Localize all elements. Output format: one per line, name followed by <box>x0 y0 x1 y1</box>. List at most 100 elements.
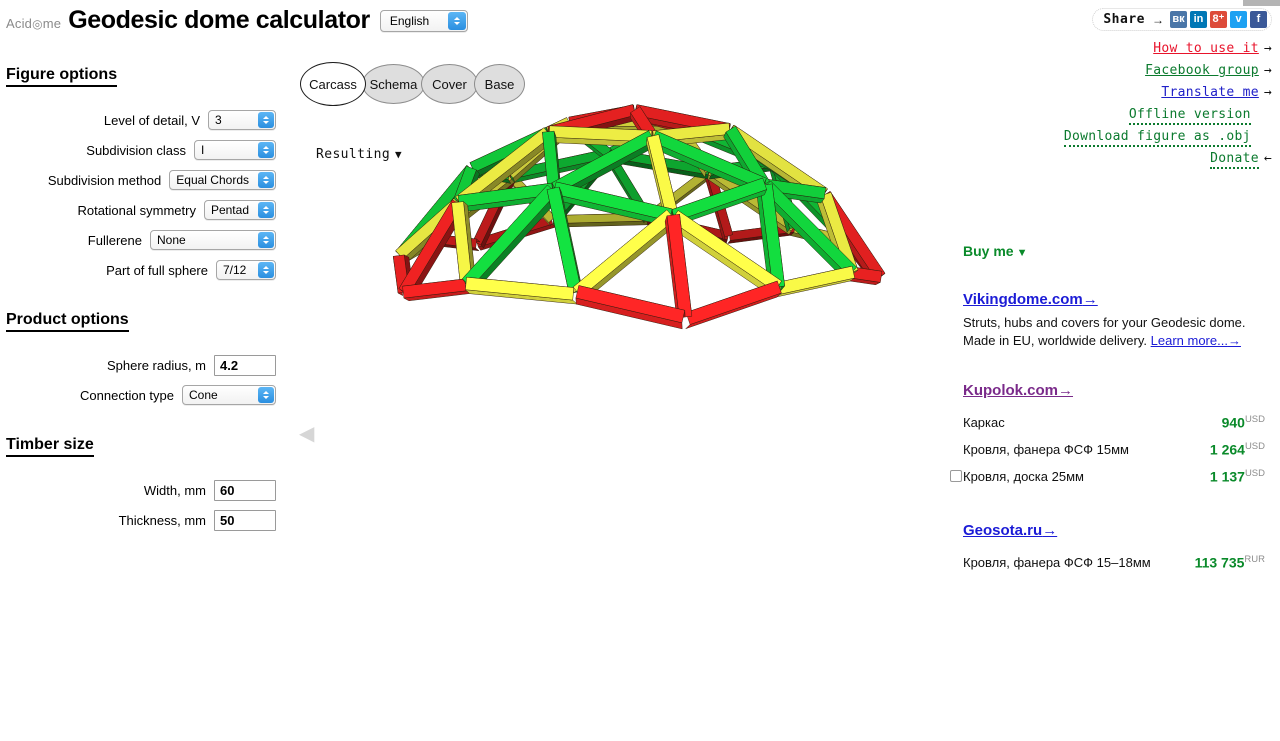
select-connection-type[interactable]: Cone <box>182 385 276 405</box>
options-panel: Figure options Level of detail, V 3 Subdiv… <box>0 66 292 535</box>
tab-label: Carcass <box>309 76 357 92</box>
option-label-part-of-full-sphere: Part of full sphere <box>106 262 208 278</box>
buy-me-label: Buy me <box>963 243 1014 259</box>
option-label-thickness-mm: Thickness, mm <box>118 512 206 528</box>
buy-column: Buy me ▼ Vikingdome.com→ Struts, hubs and … <box>950 243 1273 576</box>
linkedin-icon[interactable]: in <box>1190 11 1207 28</box>
learn-more-link[interactable]: Learn more...→ <box>1151 333 1241 348</box>
figure-options-title: Figure options <box>6 66 118 87</box>
nav-link-how-to-use-it[interactable]: How to use it <box>1153 41 1259 56</box>
price-label: Каркас <box>963 415 1005 430</box>
price-label: Кровля, фанера ФСФ 15–18мм <box>963 555 1151 570</box>
select-fullerene[interactable]: None <box>150 230 276 250</box>
language-select-value: English <box>389 14 430 28</box>
select-value-fullerene: None <box>157 233 186 247</box>
tab-carcass[interactable]: Carcass <box>300 62 366 106</box>
twitter-icon[interactable]: ᴠ <box>1230 11 1247 28</box>
option-label-width-mm: Width, mm <box>143 482 206 498</box>
dome-figure[interactable] <box>290 96 970 696</box>
nav-links: How to use it → Facebook group → Translate m… <box>1063 38 1272 170</box>
learn-more-label: Learn more... <box>1150 333 1228 348</box>
nav-link-row: Donate ← <box>1064 148 1272 170</box>
price-row: Каркас 940USD <box>963 409 1265 436</box>
price-value: 940USD <box>1222 414 1265 431</box>
input-width-mm[interactable]: 60 <box>214 479 276 501</box>
input-sphere-radius-m[interactable]: 4.2 <box>214 354 276 376</box>
share-bar: Share → вк in 8⁺ ᴠ f <box>1092 8 1272 31</box>
input-thickness-mm[interactable]: 50 <box>214 509 276 531</box>
app-root: Acid◎me Geodesic dome calculator English… <box>0 0 1280 741</box>
nav-link-spacer <box>1251 107 1272 122</box>
option-row-level-of-detail-v: Level of detail, V 3 <box>0 105 292 135</box>
nav-link-facebook-group[interactable]: Facebook group <box>1145 63 1259 78</box>
nav-link-row: Translate me → <box>1064 82 1272 104</box>
select-value-level-of-detail-v: 3 <box>215 113 222 127</box>
share-arrow-icon: → <box>1152 12 1164 27</box>
chevron-updown-icon <box>258 202 274 218</box>
select-level-of-detail-v[interactable]: 3 <box>208 110 276 130</box>
select-subdivision-class[interactable]: I <box>194 140 276 160</box>
sponsor-desc-line-2: Made in EU, worldwide delivery. Learn mo… <box>963 332 1273 350</box>
price-currency: USD <box>1244 468 1265 480</box>
share-label: Share <box>1103 12 1145 27</box>
language-select[interactable]: English <box>379 10 468 32</box>
nav-link-row: Facebook group → <box>1064 60 1272 82</box>
page-title: Geodesic dome calculator <box>68 6 370 34</box>
share-icon-list: вк in 8⁺ ᴠ f <box>1170 11 1267 28</box>
nav-link-row: How to use it → <box>1064 38 1272 60</box>
select-rotational-symmetry[interactable]: Pentad <box>203 200 276 220</box>
facebook-icon[interactable]: f <box>1250 11 1267 28</box>
sponsor-link-geosota-ru[interactable]: Geosota.ru→ <box>963 522 1057 539</box>
timber-size-title: Timber size <box>6 436 94 457</box>
tab-label: Cover <box>432 76 467 92</box>
buy-me-heading[interactable]: Buy me ▼ <box>963 243 1273 259</box>
sponsor-link-vikingdome-com[interactable]: Vikingdome.com→ <box>963 291 1098 308</box>
sponsor-list: Vikingdome.com→ Struts, hubs and covers f… <box>950 291 1273 576</box>
price-amount: 940 <box>1221 414 1245 431</box>
chevron-updown-icon <box>258 142 274 158</box>
sponsor-desc-line-1: Struts, hubs and covers for your Geodesi… <box>963 315 1246 330</box>
acidome-logo[interactable]: Acid◎me <box>6 16 61 31</box>
price-row: Кровля, фанера ФСФ 15мм 1 264USD <box>963 436 1265 463</box>
chevron-updown-icon <box>447 12 466 30</box>
price-checkbox[interactable] <box>950 470 962 482</box>
sponsor-name: Vikingdome.com <box>963 291 1083 308</box>
nav-link-row: Offline version <box>1064 104 1272 126</box>
option-row-fullerene: Fullerene None <box>0 225 292 255</box>
option-label-connection-type: Connection type <box>80 387 174 403</box>
select-subdivision-method[interactable]: Equal Chords <box>169 170 276 190</box>
nav-link-download-figure-as-obj[interactable]: Download figure as .obj <box>1063 129 1251 147</box>
googleplus-icon[interactable]: 8⁺ <box>1210 11 1227 28</box>
price-value: 1 137USD <box>1210 468 1265 485</box>
nav-link-arrow-icon: → <box>1263 63 1272 78</box>
price-amount: 1 264 <box>1209 441 1245 458</box>
select-value-subdivision-method: Equal Chords <box>176 173 249 187</box>
scrollbar-nub[interactable] <box>1243 0 1280 6</box>
option-label-subdivision-class: Subdivision class <box>86 142 186 158</box>
option-label-fullerene: Fullerene <box>87 232 142 248</box>
sponsor-geosota-ru: Geosota.ru→ Кровля, фанера ФСФ 15–18мм 113… <box>963 522 1273 576</box>
nav-link-translate-me[interactable]: Translate me <box>1161 85 1259 100</box>
price-currency: USD <box>1244 414 1265 426</box>
nav-link-donate[interactable]: Donate <box>1210 151 1259 169</box>
sponsor-name: Kupolok.com <box>963 382 1059 399</box>
chevron-updown-icon <box>258 172 274 188</box>
price-value: 113 735RUR <box>1195 554 1265 571</box>
price-label: Кровля, фанера ФСФ 15мм <box>963 442 1129 457</box>
sponsor-arrow-icon: → <box>1082 291 1098 308</box>
vk-icon[interactable]: вк <box>1170 11 1187 28</box>
sponsor-vikingdome-com: Vikingdome.com→ Struts, hubs and covers f… <box>963 291 1273 350</box>
nav-link-offline-version[interactable]: Offline version <box>1128 107 1251 125</box>
nav-link-arrow-icon: ← <box>1263 151 1272 166</box>
chevron-updown-icon <box>258 262 274 278</box>
dome-svg[interactable] <box>290 96 970 696</box>
logo-text-2: me <box>42 16 62 31</box>
price-value: 1 264USD <box>1210 441 1265 458</box>
option-row-subdivision-class: Subdivision class I <box>0 135 292 165</box>
option-label-rotational-symmetry: Rotational symmetry <box>77 202 196 218</box>
nav-link-arrow-icon: → <box>1263 41 1272 56</box>
app-header: Acid◎me Geodesic dome calculator English <box>6 6 468 35</box>
select-part-of-full-sphere[interactable]: 7/12 <box>216 260 276 280</box>
sponsor-link-kupolok-com[interactable]: Kupolok.com→ <box>963 382 1073 399</box>
option-label-sphere-radius-m: Sphere radius, m <box>107 357 206 373</box>
